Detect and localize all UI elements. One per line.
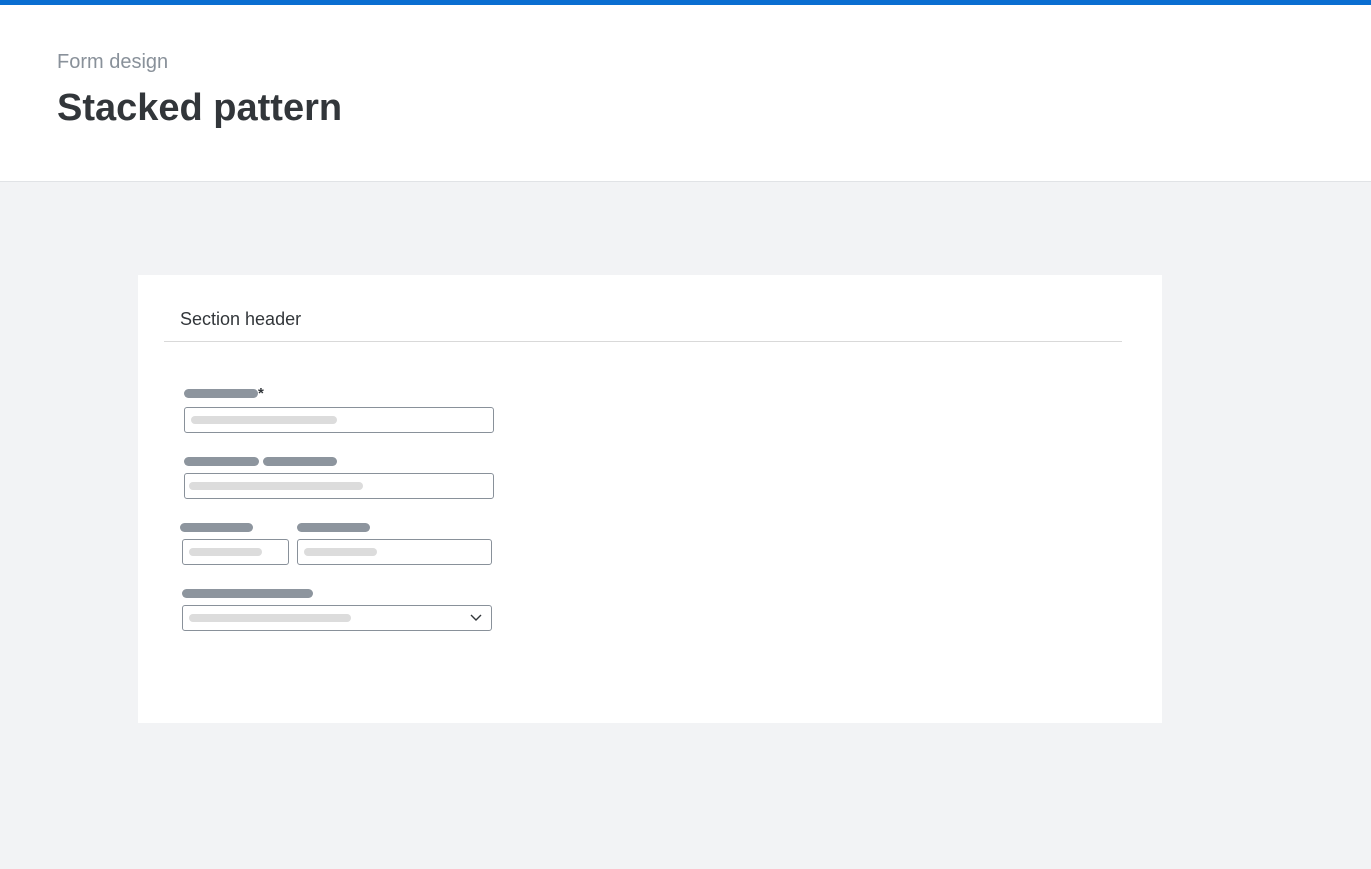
form-card: Section header * (138, 275, 1162, 723)
field-1-label (184, 389, 258, 398)
page-title: Stacked pattern (57, 87, 343, 129)
breadcrumb[interactable]: Form design (57, 51, 168, 74)
field-3b-input[interactable] (297, 539, 492, 565)
page-header: Form design Stacked pattern (0, 5, 1371, 182)
field-2-label-part-2 (263, 457, 337, 466)
field-3b-placeholder (304, 548, 377, 556)
chevron-down-icon[interactable] (470, 612, 482, 622)
required-marker: * (258, 385, 264, 402)
field-3a-placeholder (189, 548, 262, 556)
field-2-placeholder (189, 482, 363, 490)
field-3a-label (180, 523, 253, 532)
field-3b-label (297, 523, 370, 532)
field-2-label-part-1 (184, 457, 259, 466)
field-2-input[interactable] (184, 473, 494, 499)
section-divider (164, 341, 1122, 342)
field-4-placeholder (189, 614, 351, 622)
field-3a-input[interactable] (182, 539, 289, 565)
field-4-select[interactable] (182, 605, 492, 631)
field-1-input[interactable] (184, 407, 494, 433)
field-1-placeholder (191, 416, 337, 424)
field-4-label (182, 589, 313, 598)
section-header: Section header (180, 309, 302, 329)
